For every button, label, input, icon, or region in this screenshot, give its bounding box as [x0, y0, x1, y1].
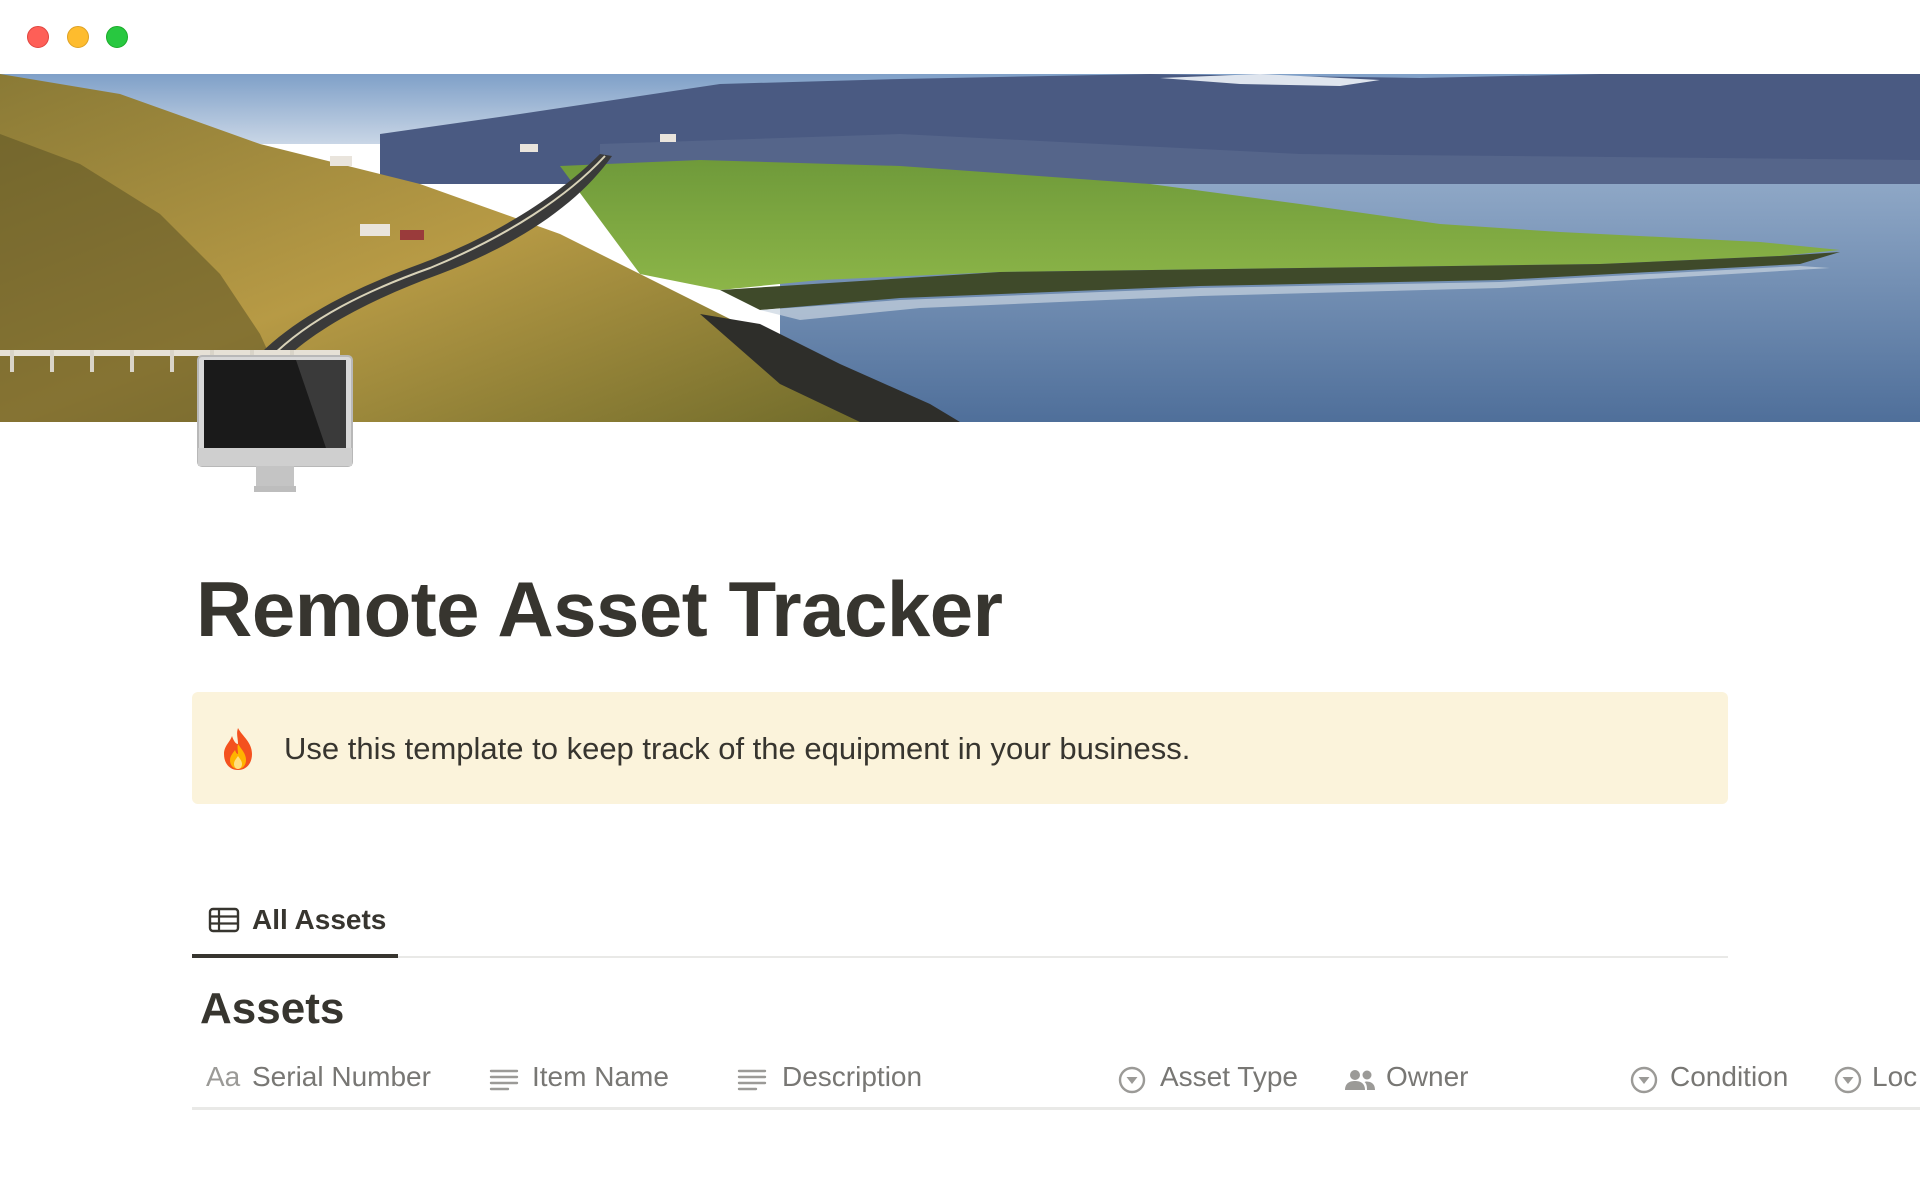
callout-block[interactable]: Use this template to keep track of the e…	[192, 692, 1728, 804]
column-label: Owner	[1386, 1061, 1469, 1092]
title-bar	[0, 0, 1920, 74]
select-circle-icon	[1628, 1066, 1660, 1094]
column-label: Condition	[1670, 1061, 1789, 1092]
database-view-tabs: All Assets	[192, 880, 1728, 958]
tab-all-assets[interactable]: All Assets	[192, 880, 398, 958]
text-lines-icon	[736, 1066, 768, 1094]
column-header-owner[interactable]: Owner	[1330, 1046, 1612, 1107]
column-header-description[interactable]: Description	[720, 1046, 1100, 1107]
select-circle-icon	[1832, 1066, 1864, 1094]
column-label: Asset Type	[1160, 1061, 1299, 1092]
minimize-window-button[interactable]	[67, 26, 89, 48]
column-header-asset-type[interactable]: Asset Type	[1100, 1046, 1330, 1107]
column-label: Item Name	[532, 1061, 669, 1092]
select-circle-icon	[1116, 1066, 1148, 1094]
text-lines-icon	[488, 1066, 520, 1094]
page-title[interactable]: Remote Asset Tracker	[196, 570, 1003, 648]
callout-text[interactable]: Use this template to keep track of the e…	[284, 730, 1190, 767]
table-header-row: Aa Serial Number Item Name Description A…	[192, 1046, 1920, 1110]
desktop-computer-icon[interactable]	[196, 354, 356, 496]
people-icon	[1344, 1066, 1376, 1094]
text-aa-icon: Aa	[206, 1061, 241, 1092]
tab-label: All Assets	[252, 904, 387, 935]
fire-icon[interactable]	[218, 726, 258, 772]
maximize-window-button[interactable]	[106, 26, 128, 48]
column-header-condition[interactable]: Condition	[1612, 1046, 1818, 1107]
column-header-location[interactable]: Loc	[1818, 1046, 1920, 1107]
table-icon	[208, 906, 240, 934]
close-window-button[interactable]	[27, 26, 49, 48]
database-title[interactable]: Assets	[200, 984, 344, 1034]
column-header-item-name[interactable]: Item Name	[472, 1046, 720, 1107]
notion-window: Remote Asset Tracker Use this template t…	[0, 0, 1920, 1200]
column-label: Loc	[1872, 1061, 1918, 1092]
column-label: Serial Number	[252, 1061, 431, 1092]
column-header-serial-number[interactable]: Aa Serial Number	[192, 1046, 472, 1107]
column-label: Description	[782, 1061, 923, 1092]
